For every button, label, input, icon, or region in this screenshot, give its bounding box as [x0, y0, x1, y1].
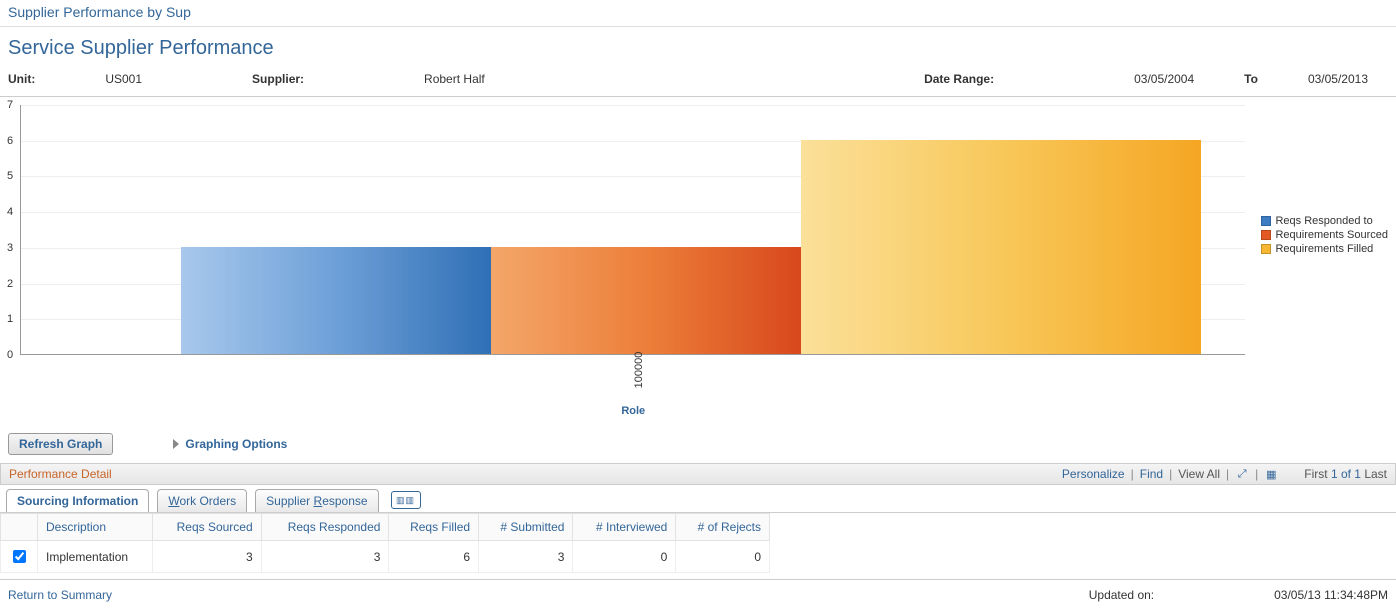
graphing-options-label: Graphing Options [185, 437, 287, 451]
grid-icon[interactable]: ▦ [1264, 467, 1278, 481]
date-from: 03/05/2004 [1134, 72, 1194, 86]
legend-label: Requirements Sourced [1275, 229, 1388, 241]
zoom-icon[interactable]: ⤢ [1235, 467, 1249, 481]
nav-last[interactable]: Last [1364, 467, 1387, 481]
cell-submitted: 3 [479, 541, 573, 573]
cell-rejects: 0 [676, 541, 770, 573]
refresh-graph-button[interactable]: Refresh Graph [8, 433, 113, 455]
col-reqs-responded[interactable]: Reqs Responded [261, 514, 389, 541]
col-description[interactable]: Description [38, 514, 153, 541]
cell-reqs-responded: 3 [261, 541, 389, 573]
col-reqs-filled[interactable]: Reqs Filled [389, 514, 479, 541]
col-submitted[interactable]: # Submitted [479, 514, 573, 541]
grid-title: Performance Detail [9, 467, 112, 481]
y-tick: 7 [7, 99, 13, 111]
chart-plot-area: 7 6 5 4 3 2 1 0 100000 Role [20, 105, 1245, 355]
legend-swatch-icon [1261, 230, 1271, 240]
separator: | [1131, 467, 1134, 481]
personalize-link[interactable]: Personalize [1062, 467, 1125, 481]
nav-count: 1 of 1 [1331, 467, 1361, 481]
table-row: Implementation 3 3 6 3 0 0 [1, 541, 770, 573]
y-tick: 6 [7, 135, 13, 147]
find-link[interactable]: Find [1140, 467, 1163, 481]
y-tick: 5 [7, 170, 13, 182]
y-tick: 1 [7, 313, 13, 325]
supplier-value: Robert Half [424, 72, 485, 86]
return-to-summary-link[interactable]: Return to Summary [8, 588, 112, 602]
unit-value: US001 [105, 72, 142, 86]
tab-work-orders[interactable]: Work Orders [157, 489, 247, 512]
y-tick: 2 [7, 278, 13, 290]
breadcrumb[interactable]: Supplier Performance by Sup [0, 0, 1396, 27]
date-range-label: Date Range: [924, 72, 994, 86]
x-axis-title: Role [621, 405, 645, 417]
legend-item: Requirements Filled [1261, 243, 1388, 255]
view-all-link[interactable]: View All [1178, 467, 1220, 481]
expand-icon [173, 439, 179, 449]
cell-reqs-sourced: 3 [153, 541, 261, 573]
col-interviewed[interactable]: # Interviewed [573, 514, 676, 541]
col-rejects[interactable]: # of Rejects [676, 514, 770, 541]
legend-item: Requirements Sourced [1261, 229, 1388, 241]
tab-row: Sourcing Information Work Orders Supplie… [0, 485, 1396, 513]
cell-reqs-filled: 6 [389, 541, 479, 573]
legend-item: Reqs Responded to [1261, 215, 1388, 227]
cell-description: Implementation [38, 541, 153, 573]
separator: | [1255, 467, 1258, 481]
unit-label: Unit: [8, 72, 35, 86]
tab-supplier-response[interactable]: Supplier Response [255, 489, 378, 512]
y-tick: 0 [7, 349, 13, 361]
updated-on-value: 03/05/13 11:34:48PM [1274, 588, 1388, 602]
legend-label: Reqs Responded to [1275, 215, 1372, 227]
cell-interviewed: 0 [573, 541, 676, 573]
legend-swatch-icon [1261, 216, 1271, 226]
legend-swatch-icon [1261, 244, 1271, 254]
graphing-options-expander[interactable]: Graphing Options [173, 437, 287, 451]
tab-sourcing-information[interactable]: Sourcing Information [6, 489, 149, 512]
y-tick: 3 [7, 242, 13, 254]
performance-detail-table: Description Reqs Sourced Reqs Responded … [0, 513, 770, 573]
bar-requirements-filled[interactable] [801, 140, 1201, 354]
bar-reqs-responded-to[interactable] [181, 247, 491, 354]
separator: | [1226, 467, 1229, 481]
to-label: To [1244, 72, 1258, 86]
x-tick: 100000 [633, 352, 645, 389]
row-select-checkbox[interactable] [13, 550, 26, 563]
separator: | [1169, 467, 1172, 481]
col-reqs-sourced[interactable]: Reqs Sourced [153, 514, 261, 541]
grid-nav: First 1 of 1 Last [1304, 467, 1387, 481]
grid-header-bar: Performance Detail Personalize | Find | … [0, 463, 1396, 485]
supplier-label: Supplier: [252, 72, 304, 86]
legend-label: Requirements Filled [1275, 243, 1373, 255]
updated-on-label: Updated on: [1089, 588, 1154, 602]
legend: Reqs Responded to Requirements Sourced R… [1261, 215, 1388, 257]
chart: 7 6 5 4 3 2 1 0 100000 Role Reqs Respond… [0, 97, 1396, 359]
filter-bar: Unit: US001 Supplier: Robert Half Date R… [0, 72, 1396, 97]
show-all-columns-icon[interactable]: ▥▥ [391, 491, 421, 509]
table-header-row: Description Reqs Sourced Reqs Responded … [1, 514, 770, 541]
footer: Return to Summary Updated on: 03/05/13 1… [0, 579, 1396, 610]
col-select [1, 514, 38, 541]
bar-requirements-sourced[interactable] [491, 247, 801, 354]
y-tick: 4 [7, 206, 13, 218]
nav-first[interactable]: First [1304, 467, 1327, 481]
page-title: Service Supplier Performance [0, 27, 1396, 72]
date-to: 03/05/2013 [1308, 72, 1368, 86]
